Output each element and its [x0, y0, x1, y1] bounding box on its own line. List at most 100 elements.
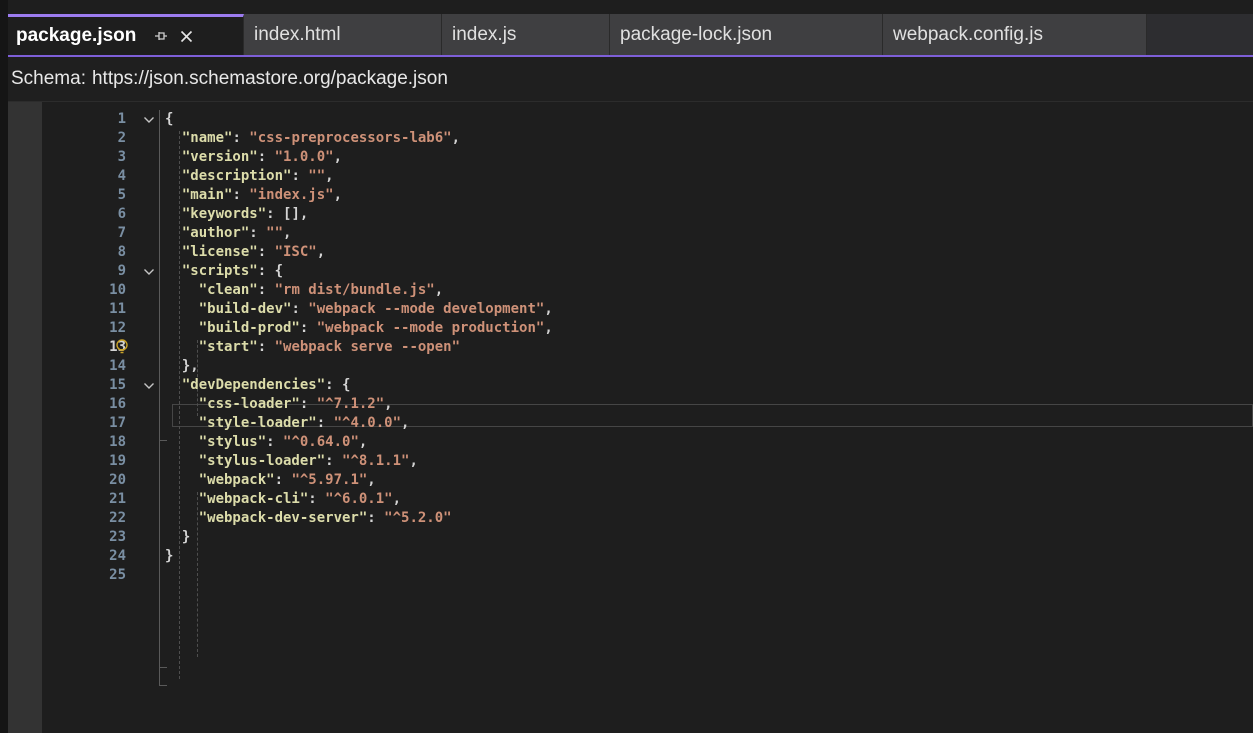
json-punctuation: , [325, 168, 334, 184]
code-line[interactable]: 9 "scripts": { [8, 262, 1253, 281]
code-line[interactable]: 6 "keywords": [], [8, 205, 1253, 224]
code-line[interactable]: 14 }, [8, 357, 1253, 376]
code-line[interactable]: 11 "build-dev": "webpack --mode developm… [8, 300, 1253, 319]
code-editor[interactable]: 1{2 "name": "css-preprocessors-lab6", 3 "… [8, 102, 1253, 733]
line-number: 16 [109, 396, 126, 412]
json-punctuation: , [401, 415, 410, 431]
code-line[interactable]: 4 "description": "", [8, 167, 1253, 186]
json-string: "css-preprocessors-lab6" [249, 130, 452, 146]
line-number: 14 [109, 358, 126, 374]
code-text: }, [165, 357, 199, 376]
json-punctuation: , [392, 491, 402, 507]
code-text: "webpack-dev-server": "^5.2.0" [165, 509, 452, 528]
json-key: "clean" [198, 282, 258, 298]
json-punctuation: , [367, 472, 376, 488]
json-punctuation: : [299, 396, 317, 412]
json-string: "" [308, 168, 326, 184]
editor-window: package.json index.html index.js package… [0, 0, 1253, 733]
code-line[interactable]: 2 "name": "css-preprocessors-lab6", [8, 129, 1253, 148]
line-number: 23 [109, 529, 126, 545]
json-string: "^7.1.2" [316, 396, 385, 412]
json-key: "build-dev" [198, 301, 292, 317]
json-punctuation: : { [257, 263, 284, 279]
close-icon[interactable] [180, 25, 193, 48]
code-line[interactable]: 3 "version": "1.0.0", [8, 148, 1253, 167]
json-punctuation: : [257, 244, 275, 260]
json-key: "build-prod" [198, 320, 300, 336]
tab-label: package-lock.json [620, 23, 773, 45]
code-line[interactable]: 5 "main": "index.js", [8, 186, 1253, 205]
json-string: "^4.0.0" [333, 415, 402, 431]
line-number: 13 [109, 339, 126, 355]
line-number: 21 [109, 491, 126, 507]
code-line[interactable]: 15 "devDependencies": { [8, 376, 1253, 395]
code-text: "style-loader": "^4.0.0", [165, 414, 410, 433]
tab-label: webpack.config.js [893, 23, 1043, 45]
code-line[interactable]: 24} [8, 547, 1253, 566]
code-text: "stylus": "^0.64.0", [165, 433, 368, 452]
code-line[interactable]: 16 "css-loader": "^7.1.2", [8, 395, 1253, 414]
json-punctuation: : [274, 472, 292, 488]
json-key: "css-loader" [198, 396, 300, 412]
tab-package-lock-json[interactable]: package-lock.json [610, 14, 883, 55]
code-line[interactable]: 18 "stylus": "^0.64.0", [8, 433, 1253, 452]
line-number: 9 [117, 263, 126, 279]
tab-index-js[interactable]: index.js [442, 14, 610, 55]
tab-strip: package.json index.html index.js package… [8, 14, 1253, 55]
json-string: "index.js" [249, 187, 334, 203]
line-number: 20 [109, 472, 126, 488]
left-edge [0, 0, 8, 733]
json-punctuation: } [165, 548, 174, 564]
code-line[interactable]: 13 "start": "webpack serve --open" [8, 338, 1253, 357]
tab-label: index.html [254, 23, 341, 45]
code-line[interactable]: 12 "build-prod": "webpack --mode product… [8, 319, 1253, 338]
json-key: "devDependencies" [181, 377, 326, 393]
json-key: "license" [181, 244, 258, 260]
line-number: 6 [117, 206, 126, 222]
tab-index-html[interactable]: index.html [244, 14, 442, 55]
code-text: { [165, 110, 173, 129]
code-line[interactable]: 21 "webpack-cli": "^6.0.1", [8, 490, 1253, 509]
code-text: "scripts": { [165, 262, 283, 281]
code-line[interactable]: 22 "webpack-dev-server": "^5.2.0" [8, 509, 1253, 528]
json-punctuation: : [367, 510, 385, 526]
json-key: "start" [198, 339, 258, 355]
code-text: "keywords": [], [165, 205, 308, 224]
code-line[interactable]: 19 "stylus-loader": "^8.1.1", [8, 452, 1253, 471]
code-text: "author": "", [165, 224, 292, 243]
code-text: } [165, 547, 173, 566]
tab-label: index.js [452, 23, 517, 45]
code-line[interactable]: 7 "author": "", [8, 224, 1253, 243]
code-line[interactable]: 25 [8, 566, 1253, 585]
code-line[interactable]: 20 "webpack": "^5.97.1", [8, 471, 1253, 490]
chevron-down-icon[interactable] [142, 110, 156, 129]
json-key: "main" [181, 187, 233, 203]
lightbulb-icon[interactable] [115, 338, 129, 357]
tab-package-json[interactable]: package.json [8, 14, 244, 55]
tab-webpack-config-js[interactable]: webpack.config.js [883, 14, 1147, 55]
schema-url[interactable]: https://json.schemastore.org/package.jso… [92, 68, 448, 90]
json-punctuation: : [257, 149, 275, 165]
line-number: 24 [109, 548, 126, 564]
json-punctuation: : [316, 415, 334, 431]
json-punctuation: : [308, 491, 326, 507]
chevron-down-icon[interactable] [142, 262, 156, 281]
code-text: "description": "", [165, 167, 334, 186]
json-punctuation: , [358, 434, 368, 450]
chevron-down-icon[interactable] [142, 376, 156, 395]
json-punctuation: } [181, 529, 191, 545]
json-punctuation: { [165, 111, 174, 127]
json-string: "rm dist/bundle.js" [274, 282, 435, 298]
code-text: "license": "ISC", [165, 243, 325, 262]
code-line[interactable]: 17 "style-loader": "^4.0.0", [8, 414, 1253, 433]
code-line[interactable]: 23 } [8, 528, 1253, 547]
code-text: "main": "index.js", [165, 186, 342, 205]
code-text: "clean": "rm dist/bundle.js", [165, 281, 443, 300]
json-string: "^5.2.0" [384, 510, 452, 526]
pin-icon[interactable] [154, 27, 168, 45]
json-string: "ISC" [274, 244, 317, 260]
tab-strip-empty [1147, 14, 1253, 55]
code-line[interactable]: 8 "license": "ISC", [8, 243, 1253, 262]
code-line[interactable]: 10 "clean": "rm dist/bundle.js", [8, 281, 1253, 300]
code-line[interactable]: 1{ [8, 110, 1253, 129]
